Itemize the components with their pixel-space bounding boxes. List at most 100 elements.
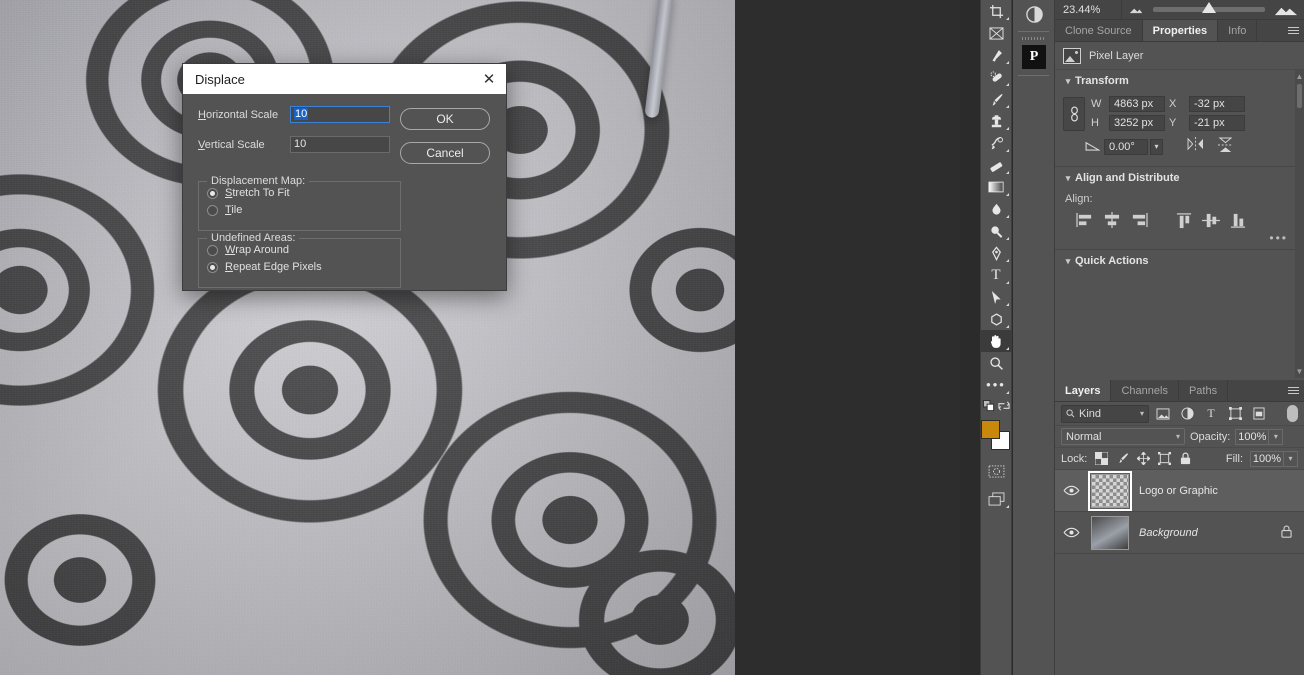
layer-filter-row[interactable]: Kind ▾ T [1055,402,1304,426]
layer-row-background[interactable]: Background [1055,512,1304,554]
history-brush-tool[interactable] [981,132,1011,154]
lock-image-pixels-icon[interactable] [1115,452,1129,466]
tab-info[interactable]: Info [1218,20,1258,41]
brush-tool[interactable] [981,88,1011,110]
clone-stamp-tool[interactable] [981,110,1011,132]
spot-healing-brush-tool[interactable] [981,66,1011,88]
layer-visibility-eye-icon[interactable] [1057,527,1085,538]
opacity-input[interactable]: 100% [1235,428,1270,445]
angle-dropdown-chevron-icon[interactable]: ▾ [1150,138,1163,155]
blur-tool[interactable] [981,198,1011,220]
lock-artboard-nesting-icon[interactable] [1157,452,1171,466]
quick-mask-mode-button[interactable] [981,460,1011,482]
eraser-tool[interactable] [981,154,1011,176]
radio-wrap-around[interactable]: Wrap Around [207,244,400,256]
close-icon[interactable]: ✕ [480,72,498,87]
filter-pixel-icon[interactable] [1153,405,1173,423]
zoom-slider-track[interactable] [1153,2,1265,13]
transform-section-title[interactable]: ▾ Transform [1055,70,1304,92]
horizontal-scale-input[interactable]: 10 [290,106,390,123]
flip-vertical-button[interactable] [1218,137,1233,156]
radio-tile[interactable]: Tile [207,204,400,216]
height-input[interactable]: 3252 px [1109,115,1165,131]
align-right-edges-button[interactable] [1125,209,1152,231]
radio-indicator[interactable] [207,187,218,199]
pen-tool[interactable] [981,242,1011,264]
fill-input[interactable]: 100% [1250,450,1284,467]
tools-panel[interactable]: T ••• [980,0,1012,675]
chevron-down-icon[interactable]: ▾ [1061,173,1075,184]
path-selection-tool[interactable] [981,286,1011,308]
lock-position-icon[interactable] [1136,452,1150,466]
align-vertical-centers-button[interactable] [1197,209,1224,231]
zoom-out-icon[interactable] [1122,6,1150,14]
radio-repeat-edge-pixels[interactable]: Repeat Edge Pixels [207,261,400,273]
scroll-down-chevron-icon[interactable]: ▼ [1296,367,1304,376]
properties-panel-icon[interactable]: P [1013,43,1055,71]
layer-locked-icon[interactable] [1281,525,1292,541]
tab-layers[interactable]: Layers [1055,380,1112,401]
layer-row-logo-or-graphic[interactable]: Logo or Graphic [1055,470,1304,512]
link-aspect-ratio-button[interactable] [1063,96,1085,131]
filter-type-icon[interactable]: T [1201,405,1221,423]
zoom-in-icon[interactable] [1268,4,1304,16]
properties-panel-menu-icon[interactable] [1282,20,1304,41]
zoom-percentage[interactable]: 23.44% [1055,4,1121,16]
scrollbar-thumb[interactable] [1297,84,1302,108]
screen-mode-button[interactable] [981,488,1011,510]
lock-all-icon[interactable] [1178,452,1192,466]
opacity-chevron-down-icon[interactable]: ▾ [1269,428,1284,445]
radio-indicator[interactable] [207,261,218,273]
tab-paths[interactable]: Paths [1179,380,1229,401]
quick-actions-title[interactable]: ▾ Quick Actions [1055,250,1304,272]
tab-channels[interactable]: Channels [1111,380,1179,401]
hand-tool[interactable] [981,330,1011,352]
x-input[interactable]: -32 px [1189,96,1245,112]
frame-tool[interactable] [981,22,1011,44]
align-bottom-edges-button[interactable] [1224,209,1251,231]
align-top-edges-button[interactable] [1170,209,1197,231]
flip-buttons[interactable] [1187,137,1233,156]
foreground-color-swatch[interactable] [981,420,1000,439]
radio-stretch-to-fit[interactable]: Stretch To Fit [207,187,400,199]
eyedropper-tool[interactable] [981,44,1011,66]
filter-adjustment-icon[interactable] [1177,405,1197,423]
chevron-down-icon[interactable]: ▾ [1140,409,1144,418]
cancel-button[interactable]: Cancel [400,142,490,164]
zoom-slider-thumb[interactable] [1202,2,1217,13]
tab-properties[interactable]: Properties [1142,20,1219,41]
blend-opacity-row[interactable]: Normal ▾ Opacity: 100% ▾ [1055,426,1304,448]
displace-dialog[interactable]: Displace ✕ Horizontal Scale 10 Vertical … [182,63,507,291]
layers-tab-row[interactable]: Layers Channels Paths [1055,380,1304,402]
zoom-tool[interactable] [981,352,1011,374]
layer-thumbnail[interactable] [1091,515,1129,550]
crop-tool[interactable] [981,0,1011,22]
align-more-options-button[interactable]: ••• [1055,232,1304,244]
adjustments-panel-icon[interactable] [1013,0,1055,28]
polygon-shape-tool[interactable] [981,308,1011,330]
collapsed-dock-strip[interactable]: P [1013,0,1055,675]
fill-chevron-down-icon[interactable]: ▾ [1284,450,1298,467]
dodge-tool[interactable] [981,220,1011,242]
radio-indicator[interactable] [207,244,218,256]
width-input[interactable]: 4863 px [1109,96,1165,112]
lock-fill-row[interactable]: Lock: Fill: 100% ▾ [1055,448,1304,470]
chevron-down-icon[interactable]: ▾ [1061,256,1075,267]
layer-name[interactable]: Background [1139,527,1198,539]
color-swatches[interactable] [981,418,1011,452]
layer-name[interactable]: Logo or Graphic [1139,485,1218,497]
gradient-tool[interactable] [981,176,1011,198]
ok-button[interactable]: OK [400,108,490,130]
blend-mode-select[interactable]: Normal ▾ [1061,428,1185,445]
properties-tab-row[interactable]: Clone Source Properties Info [1055,20,1304,42]
angle-input[interactable]: 0.00° [1104,138,1148,155]
layers-panel-menu-icon[interactable] [1282,380,1304,401]
filter-smart-object-icon[interactable] [1249,405,1269,423]
dialog-title-bar[interactable]: Displace ✕ [183,64,506,94]
flip-horizontal-button[interactable] [1187,137,1204,156]
layer-visibility-eye-icon[interactable] [1057,485,1085,496]
rotation-angle-control[interactable]: 0.00° ▾ [1104,138,1163,155]
align-left-edges-button[interactable] [1071,209,1098,231]
scroll-up-chevron-icon[interactable]: ▲ [1296,72,1304,81]
radio-indicator[interactable] [207,204,218,216]
